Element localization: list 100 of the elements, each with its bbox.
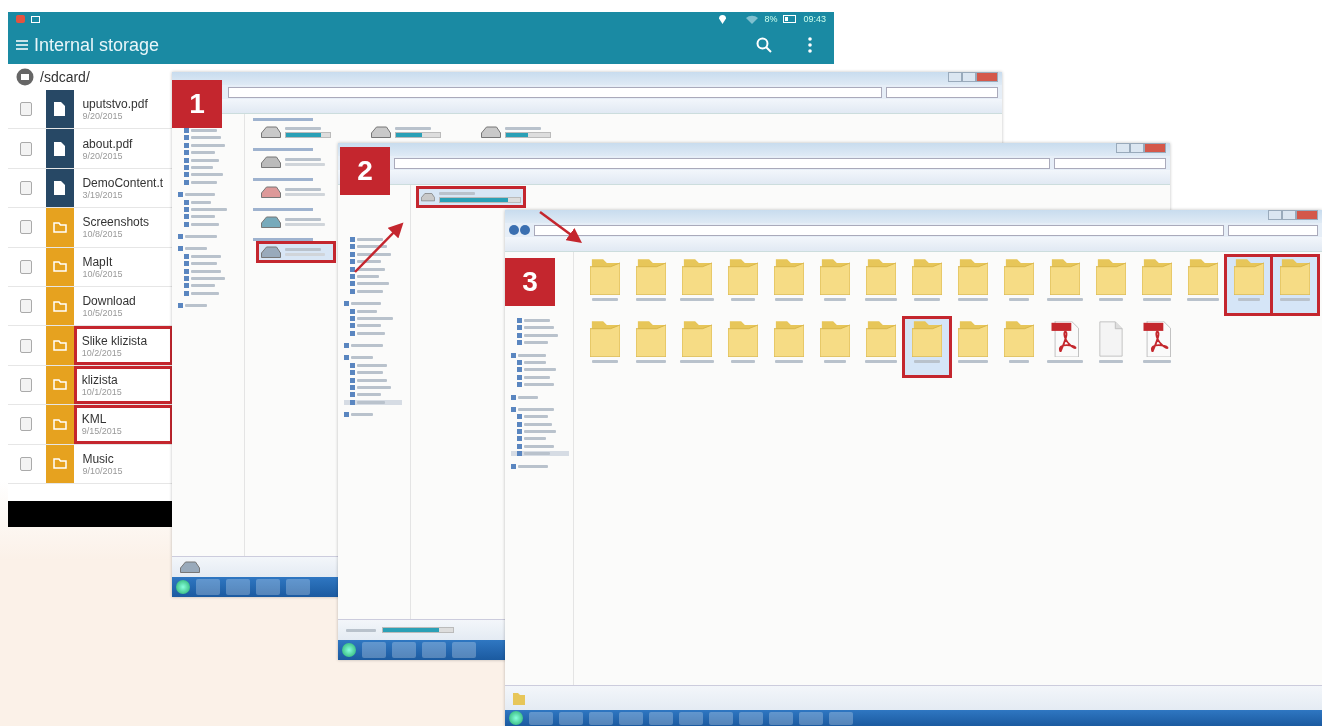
file-name: KML — [81, 412, 108, 427]
media-player-icon — [180, 561, 200, 573]
checkbox[interactable] — [20, 456, 32, 471]
file-row[interactable]: DemoContent.t 3/19/2015 — [8, 168, 172, 209]
folder-icon — [728, 321, 758, 357]
file-row[interactable]: Download 10/5/2015 — [8, 286, 172, 327]
drive-item[interactable] — [369, 124, 443, 140]
file-row[interactable]: Screenshots 10/8/2015 — [8, 208, 172, 248]
start-button[interactable] — [176, 580, 190, 594]
folder-icon — [774, 321, 804, 357]
folder-icon — [774, 259, 804, 295]
folder-icon — [53, 261, 67, 273]
folder-icon — [912, 321, 942, 357]
maximize-button[interactable] — [1282, 210, 1296, 220]
search-field[interactable] — [1228, 224, 1318, 236]
search-field[interactable] — [886, 86, 998, 98]
folder-icon — [1004, 259, 1034, 295]
checkbox[interactable] — [20, 180, 32, 195]
storage-item[interactable] — [419, 189, 523, 205]
minimize-button[interactable] — [1116, 143, 1130, 153]
checkbox[interactable] — [20, 102, 32, 117]
menu-icon[interactable] — [16, 39, 28, 51]
file-name: uputstvo.pdf — [82, 97, 149, 112]
file-row[interactable]: Music 9/10/2015 — [8, 444, 172, 484]
folder-icon — [1142, 259, 1172, 295]
more-options-icon[interactable] — [808, 37, 812, 53]
media-player-icon — [261, 246, 281, 258]
step-number: 2 — [340, 147, 390, 195]
drive-item[interactable] — [259, 124, 333, 140]
step-number: 3 — [505, 258, 555, 306]
usage-bar — [505, 131, 551, 138]
forward-button[interactable] — [520, 225, 530, 235]
folder-icon — [682, 321, 712, 357]
start-button[interactable] — [342, 643, 356, 657]
file-date: 3/19/2015 — [82, 189, 124, 200]
hard-drive-icon — [371, 126, 391, 138]
file-date: 9/20/2015 — [82, 150, 123, 161]
checkbox[interactable] — [20, 417, 32, 432]
folder-icon — [958, 259, 988, 295]
minimize-button[interactable] — [1268, 210, 1282, 220]
file-name: about.pdf — [82, 136, 134, 151]
checkbox[interactable] — [20, 220, 32, 235]
checkbox[interactable] — [20, 141, 32, 156]
file-date: 10/1/2015 — [81, 386, 123, 397]
folder-icon — [53, 418, 68, 430]
folder-item[interactable] — [904, 318, 950, 376]
app-title: Internal storage — [34, 34, 161, 56]
file-name: DemoContent.t — [82, 175, 165, 190]
folder-icon — [636, 321, 666, 357]
file-row[interactable]: uputstvo.pdf 9/20/2015 — [8, 90, 172, 130]
drive-item[interactable] — [259, 244, 333, 260]
pdf-file-icon — [1050, 321, 1080, 357]
folder-item[interactable] — [1226, 256, 1272, 314]
checkbox[interactable] — [20, 299, 32, 314]
file-row[interactable]: klizista 10/1/2015 — [8, 365, 172, 406]
nav-item[interactable] — [511, 451, 569, 457]
maximize-button[interactable] — [1130, 143, 1144, 153]
file-date: 9/20/2015 — [82, 111, 124, 122]
group-heading-blur — [253, 178, 313, 181]
folder-icon — [1234, 259, 1264, 295]
status-time: 09:43 — [803, 14, 826, 24]
file-row[interactable]: Slike klizista 10/2/2015 — [8, 326, 172, 366]
folder-icon — [1004, 321, 1034, 357]
checkbox[interactable] — [20, 259, 32, 274]
file-row[interactable]: MapIt 10/6/2015 — [8, 247, 172, 287]
drive-item[interactable] — [479, 124, 553, 140]
folder-icon — [820, 321, 850, 357]
file-date: 10/6/2015 — [82, 268, 124, 279]
folder-icon — [682, 259, 712, 295]
document-icon — [1096, 321, 1126, 357]
folder-icon — [1096, 259, 1126, 295]
file-row[interactable]: about.pdf 9/20/2015 — [8, 129, 172, 169]
minimize-button[interactable] — [948, 72, 962, 82]
nav-item[interactable] — [344, 399, 402, 405]
folder-icon — [636, 259, 666, 295]
start-button[interactable] — [509, 711, 523, 725]
address-bar[interactable] — [228, 86, 882, 98]
back-button[interactable] — [509, 225, 519, 235]
folder-icon — [53, 221, 67, 233]
folder-icon — [53, 458, 67, 470]
file-date: 10/5/2015 — [82, 308, 124, 319]
usage-bar — [285, 131, 331, 138]
address-bar[interactable] — [534, 224, 1224, 236]
pdf-file-icon — [1142, 321, 1172, 357]
checkbox[interactable] — [20, 338, 32, 353]
arrow — [539, 211, 583, 243]
file-row[interactable]: KML 9/15/2015 — [8, 405, 172, 445]
checkbox[interactable] — [20, 377, 32, 392]
search-field[interactable] — [1054, 157, 1166, 169]
network-drive-icon — [261, 186, 281, 198]
folder-icon — [53, 340, 68, 352]
folder-icon — [866, 259, 896, 295]
optical-drive-icon — [261, 156, 281, 168]
folder-icon — [53, 379, 68, 391]
address-bar[interactable] — [394, 157, 1050, 169]
folder-item[interactable] — [1272, 256, 1318, 314]
file-date: 9/15/2015 — [81, 426, 123, 437]
document-icon — [54, 180, 66, 195]
search-icon[interactable] — [756, 37, 772, 53]
maximize-button[interactable] — [962, 72, 976, 82]
